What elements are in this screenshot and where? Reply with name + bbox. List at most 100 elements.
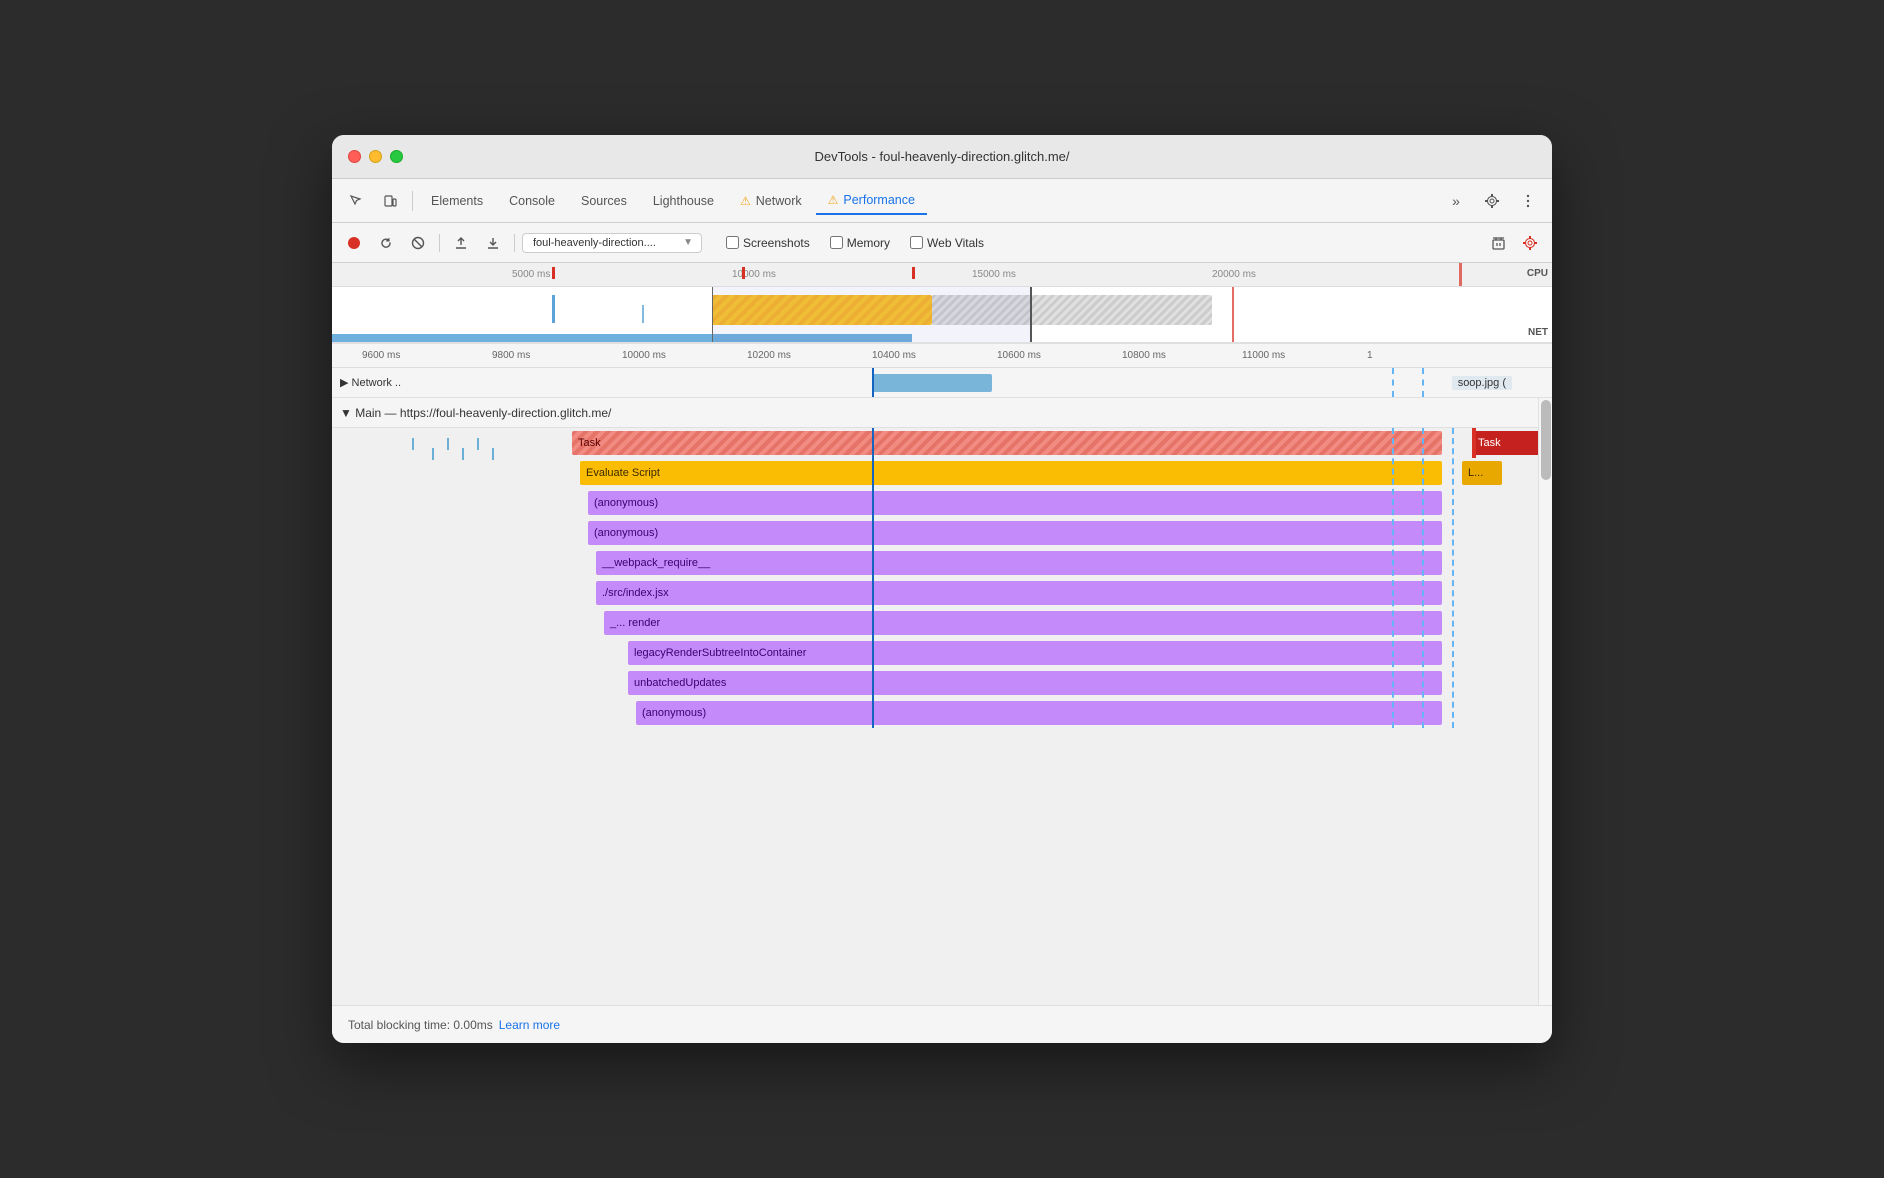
- zoom-tick-11000: 11000 ms: [1242, 350, 1285, 361]
- record-button[interactable]: [340, 229, 368, 257]
- task-bar-right[interactable]: Task: [1472, 431, 1538, 455]
- more-options-button[interactable]: [1512, 185, 1544, 217]
- performance-warn-icon: ⚠: [828, 193, 839, 207]
- cpu-bar-1: [552, 295, 555, 323]
- download-button[interactable]: [479, 229, 507, 257]
- statusbar: Total blocking time: 0.00ms Learn more: [332, 1005, 1552, 1043]
- task-bar[interactable]: Task: [572, 431, 1442, 455]
- zoom-tick-10200: 10200 ms: [747, 350, 791, 361]
- marker-2: [742, 267, 745, 279]
- render-bar[interactable]: _... render: [604, 611, 1442, 635]
- delete-recording-button[interactable]: [1484, 229, 1512, 257]
- web-vitals-checkbox[interactable]: [910, 236, 923, 249]
- unbatched-bar[interactable]: unbatchedUpdates: [628, 671, 1442, 695]
- main-content: 5000 ms 10000 ms 15000 ms 20000 ms CPU: [332, 263, 1552, 1043]
- tab-lighthouse[interactable]: Lighthouse: [641, 188, 726, 214]
- zoom-tick-10600: 10600 ms: [997, 350, 1041, 361]
- anon-bar-3[interactable]: (anonymous): [636, 701, 1442, 725]
- tab-performance[interactable]: ⚠ Performance: [816, 187, 927, 215]
- timeline-area: 5000 ms 10000 ms 15000 ms 20000 ms CPU: [332, 263, 1552, 344]
- clear-button[interactable]: [404, 229, 432, 257]
- scrollbar-thumb[interactable]: [1541, 400, 1551, 480]
- settings-gear-button[interactable]: [1516, 229, 1544, 257]
- tab-console[interactable]: Console: [497, 188, 567, 214]
- evaluate-bar-right[interactable]: L...: [1462, 461, 1502, 485]
- learn-more-link[interactable]: Learn more: [499, 1018, 560, 1032]
- memory-checkbox[interactable]: [830, 236, 843, 249]
- webpack-row: __webpack_require__: [332, 548, 1538, 578]
- close-button[interactable]: [348, 150, 361, 163]
- net-label: NET: [1528, 327, 1548, 338]
- tabbar: Elements Console Sources Lighthouse ⚠ Ne…: [332, 179, 1552, 223]
- cpu-label: CPU: [1527, 268, 1548, 279]
- webpack-bar[interactable]: __webpack_require__: [596, 551, 1442, 575]
- tab-sources[interactable]: Sources: [569, 188, 639, 214]
- marker-4: [1459, 263, 1462, 287]
- src-bar[interactable]: ./src/index.jsx: [596, 581, 1442, 605]
- cpu-bar-2: [642, 305, 644, 323]
- marker-3: [912, 267, 915, 279]
- scrollbar[interactable]: [1538, 398, 1552, 1005]
- tick-15000: 15000 ms: [972, 269, 1016, 280]
- evaluate-row: Evaluate Script L...: [332, 458, 1538, 488]
- selected-region: [712, 287, 1032, 342]
- minimize-button[interactable]: [369, 150, 382, 163]
- flame-chart-area: ▼ Main — https://foul-heavenly-direction…: [332, 398, 1552, 1005]
- performance-toolbar: foul-heavenly-direction.... ▼ Screenshot…: [332, 223, 1552, 263]
- evaluate-bar[interactable]: Evaluate Script: [580, 461, 1442, 485]
- legacy-row: legacyRenderSubtreeIntoContainer: [332, 638, 1538, 668]
- network-section-row: ▶ Network .. soop.jpg (: [332, 368, 1552, 398]
- devtools-window: DevTools - foul-heavenly-direction.glitc…: [332, 135, 1552, 1043]
- anon-row-3: (anonymous): [332, 698, 1538, 728]
- task-marker: [1472, 428, 1476, 458]
- zoom-tick-9600: 9600 ms: [362, 350, 400, 361]
- flame-dashed-2: [1422, 428, 1424, 728]
- zoom-tick-10400: 10400 ms: [872, 350, 916, 361]
- network-label: ▶ Network ..: [340, 376, 401, 389]
- upload-button[interactable]: [447, 229, 475, 257]
- reload-record-button[interactable]: [372, 229, 400, 257]
- task-row: Task Task: [332, 428, 1538, 458]
- tab-right-icons: »: [1440, 185, 1544, 217]
- device-toolbar-button[interactable]: [374, 185, 406, 217]
- url-dropdown[interactable]: foul-heavenly-direction.... ▼: [522, 233, 702, 253]
- legacy-bar[interactable]: legacyRenderSubtreeIntoContainer: [628, 641, 1442, 665]
- flame-dashed-3: [1452, 428, 1454, 728]
- more-tabs-button[interactable]: »: [1440, 185, 1472, 217]
- screenshots-checkbox-group[interactable]: Screenshots: [726, 236, 810, 250]
- flame-rows-container: Task Task Evaluate Script L...: [332, 428, 1538, 728]
- timeline-cursor: [872, 368, 874, 397]
- tick-5000: 5000 ms: [512, 269, 550, 280]
- memory-checkbox-group[interactable]: Memory: [830, 236, 890, 250]
- anon-row-2: (anonymous): [332, 518, 1538, 548]
- zoom-tick-9800: 9800 ms: [492, 350, 530, 361]
- tab-network[interactable]: ⚠ Network: [728, 188, 814, 214]
- window-title: DevTools - foul-heavenly-direction.glitc…: [814, 149, 1069, 164]
- web-vitals-checkbox-group[interactable]: Web Vitals: [910, 236, 984, 250]
- tab-elements[interactable]: Elements: [419, 188, 495, 214]
- unbatched-row: unbatchedUpdates: [332, 668, 1538, 698]
- tick-10000: 10000 ms: [732, 269, 776, 280]
- tick-20000: 20000 ms: [1212, 269, 1256, 280]
- titlebar: DevTools - foul-heavenly-direction.glitc…: [332, 135, 1552, 179]
- screenshots-checkbox[interactable]: [726, 236, 739, 249]
- flame-chart-container: ▼ Main — https://foul-heavenly-direction…: [332, 398, 1538, 1005]
- anon-bar-2[interactable]: (anonymous): [588, 521, 1442, 545]
- anon-row-1: (anonymous): [332, 488, 1538, 518]
- soop-label: soop.jpg (: [1452, 376, 1512, 390]
- toolbar-separator-2: [514, 234, 515, 252]
- marker-1: [552, 267, 555, 279]
- network-bar: [872, 374, 992, 392]
- zoom-tick-10800: 10800 ms: [1122, 350, 1166, 361]
- marker-vline: [1232, 287, 1234, 342]
- inspect-element-button[interactable]: [340, 185, 372, 217]
- toolbar-separator-1: [439, 234, 440, 252]
- tab-separator: [412, 191, 413, 211]
- anon-bar-1[interactable]: (anonymous): [588, 491, 1442, 515]
- maximize-button[interactable]: [390, 150, 403, 163]
- flame-cursor-line: [872, 428, 874, 728]
- dropdown-arrow-icon: ▼: [683, 237, 693, 248]
- network-warn-icon: ⚠: [740, 194, 751, 208]
- mini-chart: NET: [332, 287, 1552, 343]
- settings-button[interactable]: [1476, 185, 1508, 217]
